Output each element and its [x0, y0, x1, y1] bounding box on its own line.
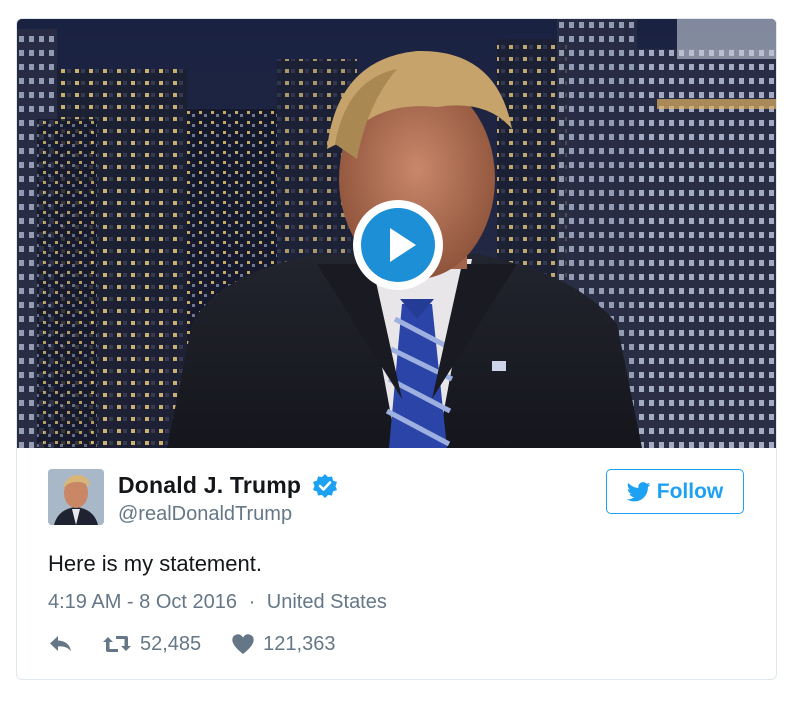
retweet-count: 52,485: [140, 632, 202, 655]
tweet-meta: 4:19 AM - 8 Oct 2016 · United States: [48, 591, 387, 614]
play-button[interactable]: [353, 200, 443, 290]
play-icon: [361, 208, 435, 282]
reply-button[interactable]: [48, 634, 74, 654]
tweet-card: Donald J. Trump @realDonaldTrump Follow …: [16, 18, 777, 680]
tweet-actions: 52,485 121,363: [48, 629, 335, 659]
like-button[interactable]: 121,363: [231, 633, 335, 656]
retweet-icon: [103, 636, 131, 652]
retweet-button[interactable]: 52,485: [102, 633, 201, 656]
display-name[interactable]: Donald J. Trump: [118, 472, 301, 498]
follow-label: Follow: [656, 479, 724, 503]
follow-button[interactable]: Follow: [606, 469, 744, 514]
reply-icon: [50, 636, 71, 651]
avatar[interactable]: [48, 469, 104, 525]
author-handle[interactable]: @realDonaldTrump: [118, 503, 292, 526]
heart-icon: [232, 634, 254, 654]
meta-separator: ·: [248, 591, 256, 613]
like-count: 121,363: [263, 632, 336, 655]
location[interactable]: United States: [267, 591, 387, 613]
video-thumbnail[interactable]: [17, 19, 776, 448]
tweet-text: Here is my statement.: [48, 551, 262, 576]
verified-badge-icon: [312, 473, 338, 499]
author-name-row: Donald J. Trump: [118, 472, 338, 502]
twitter-bird-icon: [626, 481, 651, 501]
timestamp[interactable]: 4:19 AM - 8 Oct 2016: [48, 591, 237, 613]
